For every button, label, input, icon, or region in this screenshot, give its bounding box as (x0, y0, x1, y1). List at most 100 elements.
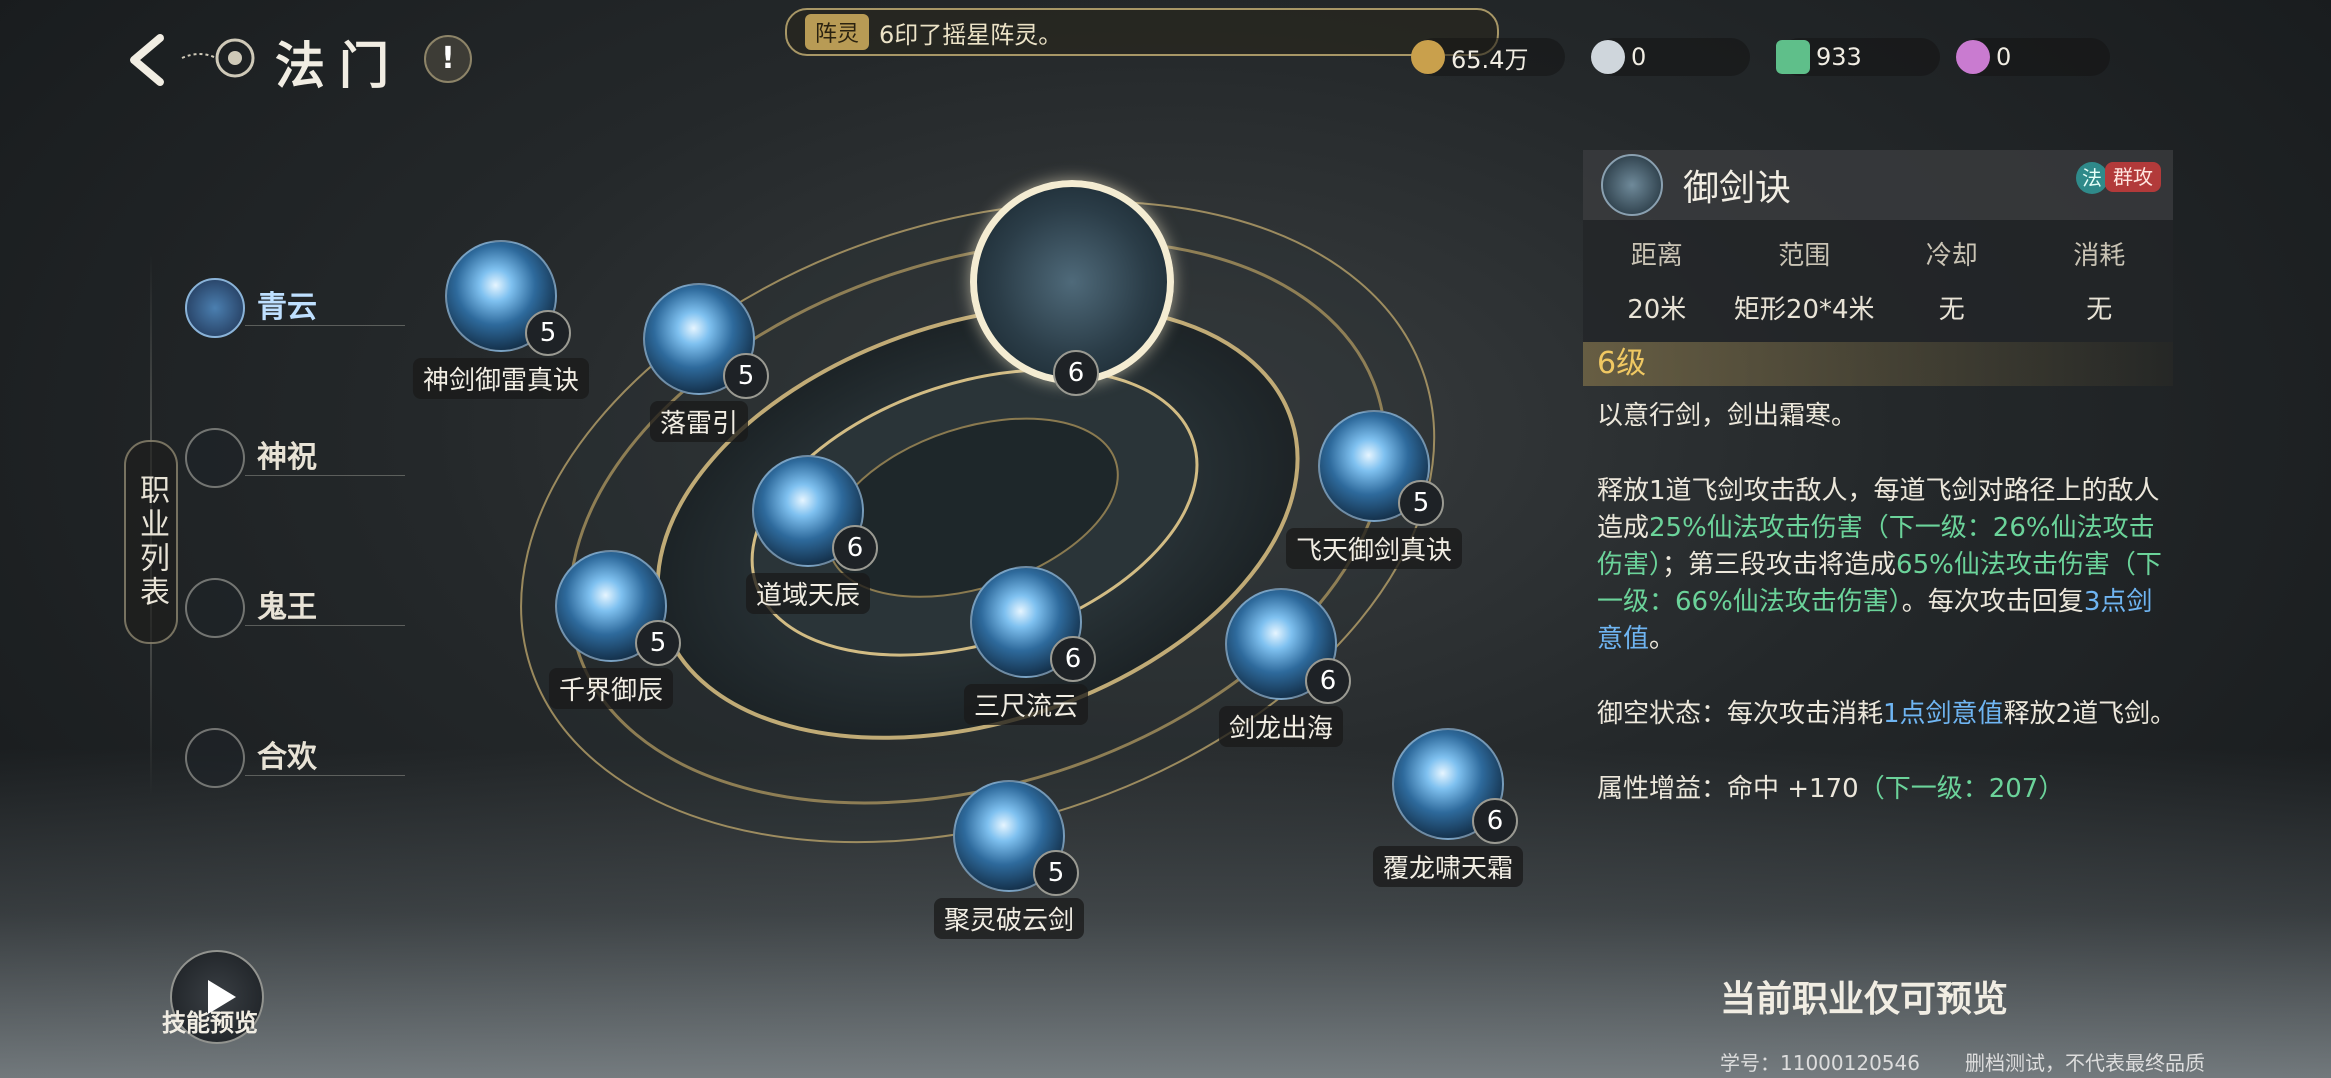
stat-value: 20米 (1627, 294, 1687, 325)
lotus-icon (185, 428, 245, 488)
sidebar-item-label: 神祝 (257, 440, 317, 475)
back-arrow-icon (130, 34, 164, 86)
flame-icon (185, 728, 245, 788)
skill-level: 5 (635, 620, 681, 666)
notice-text: 6印了摇星阵灵。 (879, 20, 1063, 49)
resource-jade[interactable]: 933 (1776, 38, 1940, 76)
stats-header-row: 距离 范围 冷却 消耗 (1583, 226, 2173, 280)
spell-type-badge: 法 (2076, 162, 2108, 194)
skill-name: 三尺流云 (963, 684, 1089, 725)
coin-icon (1411, 40, 1445, 74)
skill-jianlong-chuhai[interactable]: 6 剑龙出海 (1218, 588, 1351, 747)
skill-level: 6 (832, 525, 878, 571)
desc-text: 。每次攻击回复 (1901, 587, 2084, 617)
skill-effect-air: 御空状态：每次攻击消耗1点剑意值释放2道飞剑。 (1597, 696, 2177, 733)
skill-daoyu-tianchen[interactable]: 6 道域天辰 (745, 455, 878, 614)
desc-next-level: （下一级：207） (1858, 774, 2065, 804)
skill-level: 6 (1305, 658, 1351, 704)
sidebar-item-label: 青云 (257, 290, 317, 325)
skill-level: 6 (1050, 636, 1096, 682)
skill-name: 道域天辰 (745, 573, 871, 614)
skill-name: 千界御辰 (548, 668, 674, 709)
skill-luoleiyin[interactable]: 5 落雷引 (643, 283, 769, 442)
skill-name: 聚灵破云剑 (933, 898, 1085, 939)
skill-level: 6 (1472, 798, 1518, 844)
resource-value: 0 (1631, 43, 1647, 71)
desc-text: 。 (1649, 624, 1676, 654)
skill-name: 覆龙啸天霜 (1372, 846, 1524, 887)
pearl-icon (1956, 40, 1990, 74)
skill-name: 落雷引 (649, 401, 749, 442)
desc-text: ；第三段攻击将造成 (1662, 550, 1897, 580)
aoe-badge: 群攻 (2105, 162, 2161, 192)
back-button[interactable] (120, 30, 180, 90)
skill-level: 5 (525, 310, 571, 356)
skill-stats-table: 距离 范围 冷却 消耗 20米 矩形20*4米 无 无 (1583, 220, 2173, 342)
skill-name: 飞天御剑真诀 (1285, 528, 1463, 569)
stat-header: 冷却 (1925, 240, 1978, 271)
skill-detail-panel: 御剑诀 法 群攻 距离 范围 冷却 消耗 20米 矩形20*4米 无 无 6级 … (1583, 150, 2176, 846)
sidebar-item-shenzhu[interactable]: 神祝 (185, 420, 405, 500)
resource-coin[interactable]: 65.4万 (1411, 38, 1565, 76)
skill-detail-name: 御剑诀 (1683, 168, 1792, 209)
sword-icon (185, 278, 245, 338)
stat-value: 无 (2086, 294, 2113, 325)
resource-pearl[interactable]: 0 (1956, 38, 2110, 76)
menu-rule (245, 775, 405, 776)
stat-header: 距离 (1630, 240, 1683, 271)
ingot-icon (1591, 40, 1625, 74)
menu-rule (245, 475, 405, 476)
notice-tag: 阵灵 (805, 14, 870, 50)
resource-value: 65.4万 (1451, 45, 1529, 74)
desc-text: 属性增益：命中 +170 (1597, 774, 1859, 804)
stats-value-row: 20米 矩形20*4米 无 无 (1583, 280, 2173, 334)
resource-ingot[interactable]: 0 (1591, 38, 1750, 76)
info-button[interactable]: ! (424, 35, 472, 83)
skill-fulong-xiaotianshuang[interactable]: 6 覆龙啸天霜 (1372, 728, 1524, 887)
test-disclaimer: 删档测试，不代表最终品质 (1965, 1051, 2205, 1075)
sidebar-item-guiwang[interactable]: 鬼王 (185, 570, 405, 650)
sidebar-item-hehuan[interactable]: 合欢 (185, 720, 405, 800)
skill-level: 6 (1053, 350, 1099, 396)
class-list-label: 职业列表 (124, 440, 178, 644)
skill-preview-label: 技能预览 (162, 1009, 258, 1037)
sidebar-item-label: 合欢 (257, 740, 317, 775)
resource-value: 933 (1816, 43, 1862, 71)
desc-resource: 1点剑意值 (1883, 699, 2004, 729)
skill-yujianjue-selected[interactable]: 6 (970, 180, 1180, 396)
skill-name: 剑龙出海 (1218, 706, 1344, 747)
skill-detail-header: 御剑诀 法 群攻 (1583, 150, 2173, 220)
notice-bar: 阵灵 6印了摇星阵灵。 (785, 8, 1499, 56)
skill-level: 5 (1033, 850, 1079, 896)
skill-qianjie-yuchen[interactable]: 5 千界御辰 (548, 550, 681, 709)
desc-text: 御空状态：每次攻击消耗 (1597, 699, 1884, 729)
skill-feitian-yujian[interactable]: 5 飞天御剑真诀 (1285, 410, 1463, 569)
skull-icon (185, 578, 245, 638)
skill-shenjian-yulei[interactable]: 5 神剑御雷真诀 (412, 240, 590, 399)
sidebar-item-label: 鬼王 (257, 590, 317, 625)
stat-header: 范围 (1778, 240, 1831, 271)
skill-juling-poyunjian[interactable]: 5 聚灵破云剑 (933, 780, 1085, 939)
student-id: 学号：11000120546 (1720, 1051, 1920, 1075)
resource-value: 0 (1996, 43, 2012, 71)
skill-level: 5 (723, 353, 769, 399)
skill-description: 以意行剑，剑出霜寒。 释放1道飞剑攻击敌人，每道飞剑对路径上的敌人造成25%仙法… (1583, 386, 2177, 808)
stat-header: 消耗 (2073, 240, 2126, 271)
skill-detail-icon (1601, 154, 1663, 216)
stat-value: 矩形20*4米 (1733, 294, 1875, 325)
skill-flavor: 以意行剑，剑出霜寒。 (1597, 401, 1858, 431)
page-title: 法门 (275, 36, 403, 95)
sidebar-item-qingyun[interactable]: 青云 (185, 270, 405, 350)
menu-rule (245, 325, 405, 326)
skill-attribute-bonus: 属性增益：命中 +170（下一级：207） (1597, 771, 2177, 808)
skill-name: 神剑御雷真诀 (412, 358, 590, 399)
menu-rule (245, 625, 405, 626)
skill-sanchi-liuyun[interactable]: 6 三尺流云 (963, 566, 1096, 725)
stat-value: 无 (1938, 294, 1965, 325)
jade-icon (1776, 40, 1810, 74)
title-ornament-icon (181, 38, 255, 78)
skill-effect-main: 释放1道飞剑攻击敌人，每道飞剑对路径上的敌人造成25%仙法攻击伤害（下一级：26… (1597, 473, 2177, 658)
skill-level-bar: 6级 (1583, 342, 2173, 386)
desc-text: 释放2道飞剑。 (2003, 699, 2177, 729)
preview-only-notice: 当前职业仅可预览 (1720, 978, 2009, 1020)
